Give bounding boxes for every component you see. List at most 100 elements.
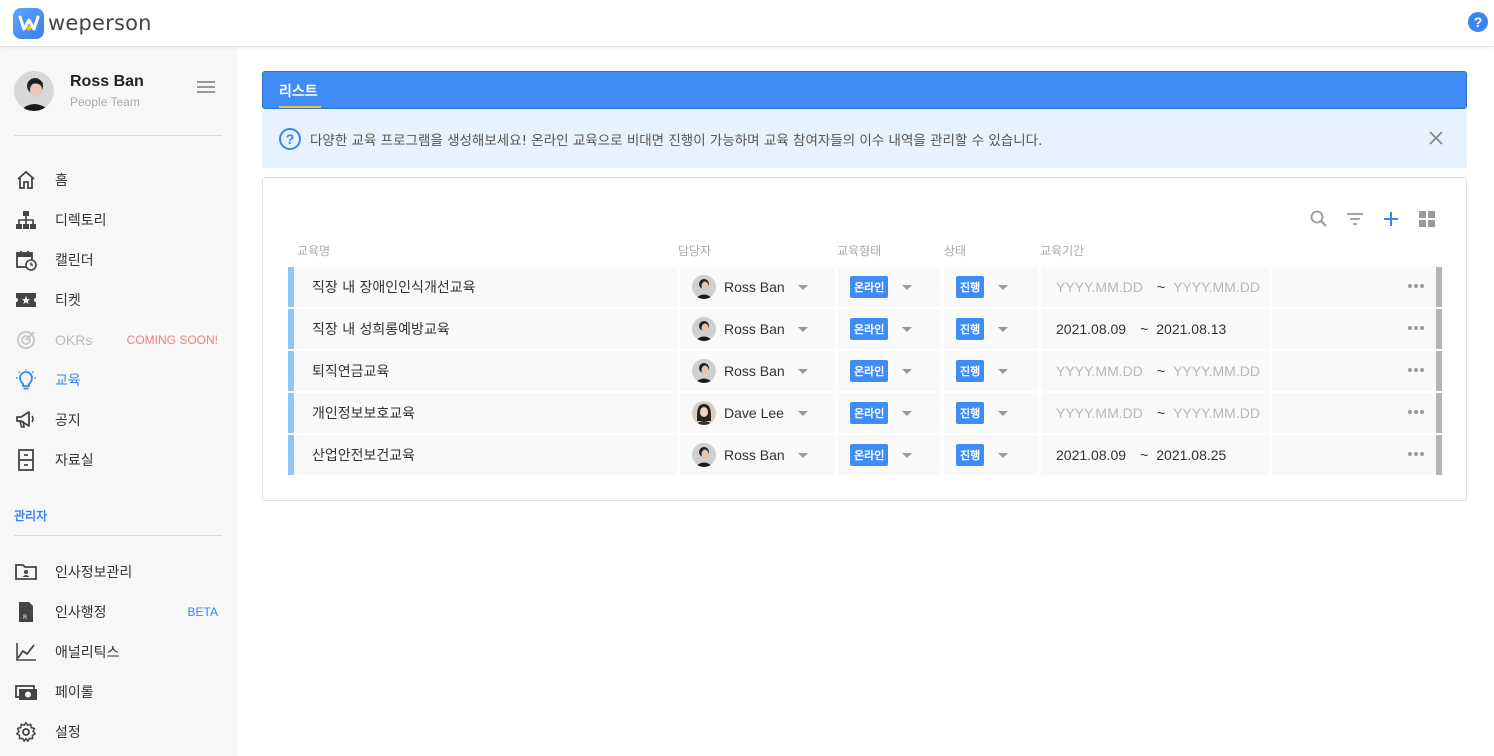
end-date[interactable]: YYYY.MM.DD (1173, 363, 1260, 379)
start-date[interactable]: YYYY.MM.DD (1056, 279, 1143, 295)
row-drag-handle[interactable] (1436, 351, 1442, 391)
end-date[interactable]: YYYY.MM.DD (1173, 405, 1260, 421)
start-date[interactable]: YYYY.MM.DD (1056, 405, 1143, 421)
education-name[interactable]: 퇴직연금교육 (294, 361, 389, 381)
help-button[interactable]: ? (1468, 12, 1488, 32)
chevron-down-icon (902, 452, 913, 458)
type-select[interactable]: 온라인 (838, 351, 940, 391)
menu-toggle-icon[interactable] (197, 81, 215, 95)
grid-view-icon[interactable] (1416, 208, 1438, 230)
add-icon[interactable] (1380, 208, 1402, 230)
status-select[interactable]: 진행 (944, 435, 1038, 475)
start-date[interactable]: 2021.08.09 (1056, 321, 1126, 337)
education-name[interactable]: 산업안전보건교육 (294, 445, 415, 465)
status-select[interactable]: 진행 (944, 267, 1038, 307)
sidebar-item-label: 인사행정 (55, 605, 107, 621)
manager-select[interactable]: Dave Lee (680, 393, 835, 433)
period-range[interactable]: 2021.08.09 ~ 2021.08.25 (1041, 435, 1269, 475)
more-options-icon[interactable] (1408, 326, 1424, 330)
sidebar-item-notice[interactable]: 공지 (14, 408, 224, 432)
sidebar-item-label: 애널리틱스 (55, 645, 120, 661)
manager-name: Dave Lee (724, 405, 784, 421)
sidebar: Ross Ban People Team 홈 디렉토리 캘린더 티켓 OKRs … (0, 47, 238, 756)
chevron-down-icon (798, 368, 808, 374)
status-select[interactable]: 진행 (944, 351, 1038, 391)
type-select[interactable]: 온라인 (838, 309, 940, 349)
sidebar-item-hr-info[interactable]: 인사정보관리 (14, 560, 224, 584)
logo-text: weperson (48, 11, 152, 35)
period-range[interactable]: YYYY.MM.DD ~ YYYY.MM.DD (1041, 351, 1269, 391)
sidebar-item-payroll[interactable]: 페이롤 (14, 680, 224, 704)
divider (14, 535, 222, 536)
row-drag-handle[interactable] (1436, 393, 1442, 433)
avatar[interactable] (14, 71, 54, 111)
sidebar-item-directory[interactable]: 디렉토리 (14, 208, 224, 232)
table-row[interactable]: 직장 내 성희롱예방교육 Ross Ban 온라인 진행 2021.08.09 … (288, 309, 1442, 349)
sidebar-item-education[interactable]: 교육 (14, 368, 224, 392)
sidebar-item-hr-admin[interactable]: R 인사행정 BETA (14, 600, 224, 624)
sidebar-item-archive[interactable]: 자료실 (14, 448, 224, 472)
table-row[interactable]: 개인정보보호교육 Dave Lee 온라인 진행 YYYY.MM.DD ~ YY… (288, 393, 1442, 433)
sidebar-item-okrs[interactable]: OKRs COMING SOON! (14, 328, 224, 352)
education-name[interactable]: 직장 내 장애인인식개선교육 (294, 277, 475, 297)
filter-icon[interactable] (1344, 208, 1366, 230)
close-icon[interactable] (1427, 129, 1445, 147)
more-options-icon[interactable] (1408, 368, 1424, 372)
table-row[interactable]: 퇴직연금교육 Ross Ban 온라인 진행 YYYY.MM.DD ~ YYYY… (288, 351, 1442, 391)
type-select[interactable]: 온라인 (838, 393, 940, 433)
chevron-down-icon (998, 284, 1009, 290)
logo-mark-icon (13, 7, 44, 39)
sidebar-item-label: 티켓 (55, 293, 81, 309)
admin-section-label: 관리자 (14, 509, 48, 523)
sidebar-item-label: 교육 (55, 373, 81, 389)
question-icon: ? (279, 128, 301, 150)
education-name[interactable]: 개인정보보호교육 (294, 403, 415, 423)
tab-list[interactable]: 리스트 (279, 81, 318, 101)
chevron-down-icon (902, 326, 913, 332)
more-options-icon[interactable] (1408, 284, 1424, 288)
sidebar-item-settings[interactable]: 설정 (14, 720, 224, 744)
coming-soon-badge: COMING SOON! (126, 333, 218, 347)
chevron-down-icon (998, 326, 1009, 332)
sidebar-item-home[interactable]: 홈 (14, 168, 224, 192)
table-row[interactable]: 직장 내 장애인인식개선교육 Ross Ban 온라인 진행 YYYY.MM.D… (288, 267, 1442, 307)
more-options-icon[interactable] (1408, 410, 1424, 414)
search-icon[interactable] (1308, 208, 1330, 230)
row-drag-handle[interactable] (1436, 309, 1442, 349)
status-select[interactable]: 진행 (944, 393, 1038, 433)
row-drag-handle[interactable] (1436, 435, 1442, 475)
period-range[interactable]: YYYY.MM.DD ~ YYYY.MM.DD (1041, 393, 1269, 433)
table-row[interactable]: 산업안전보건교육 Ross Ban 온라인 진행 2021.08.09 ~ 20… (288, 435, 1442, 475)
type-chip: 온라인 (850, 318, 889, 340)
manager-name: Ross Ban (724, 279, 785, 295)
column-header-type: 교육형태 (837, 244, 882, 258)
status-select[interactable]: 진행 (944, 309, 1038, 349)
end-date[interactable]: 2021.08.25 (1156, 447, 1226, 463)
money-icon (14, 680, 38, 704)
ticket-icon (14, 288, 38, 312)
period-range[interactable]: 2021.08.09 ~ 2021.08.13 (1041, 309, 1269, 349)
document-icon: R (14, 600, 38, 624)
more-options-icon[interactable] (1408, 452, 1424, 456)
start-date[interactable]: YYYY.MM.DD (1056, 363, 1143, 379)
education-name[interactable]: 직장 내 성희롱예방교육 (294, 319, 450, 339)
app-logo[interactable]: weperson (13, 7, 152, 39)
manager-name: Ross Ban (724, 363, 785, 379)
manager-select[interactable]: Ross Ban (680, 351, 835, 391)
row-drag-handle[interactable] (1436, 267, 1442, 307)
manager-select[interactable]: Ross Ban (680, 309, 835, 349)
manager-select[interactable]: Ross Ban (680, 435, 835, 475)
type-select[interactable]: 온라인 (838, 267, 940, 307)
end-date[interactable]: YYYY.MM.DD (1173, 279, 1260, 295)
type-select[interactable]: 온라인 (838, 435, 940, 475)
start-date[interactable]: 2021.08.09 (1056, 447, 1126, 463)
column-header-period: 교육기간 (1040, 244, 1085, 258)
period-range[interactable]: YYYY.MM.DD ~ YYYY.MM.DD (1041, 267, 1269, 307)
manager-select[interactable]: Ross Ban (680, 267, 835, 307)
education-list-card: 교육명 담당자 교육형태 상태 교육기간 직장 내 장애인인식개선교육 Ross… (262, 177, 1467, 501)
sidebar-item-label: 설정 (55, 725, 81, 741)
end-date[interactable]: 2021.08.13 (1156, 321, 1226, 337)
sidebar-item-ticket[interactable]: 티켓 (14, 288, 224, 312)
sidebar-item-analytics[interactable]: 애널리틱스 (14, 640, 224, 664)
sidebar-item-calendar[interactable]: 캘린더 (14, 248, 224, 272)
